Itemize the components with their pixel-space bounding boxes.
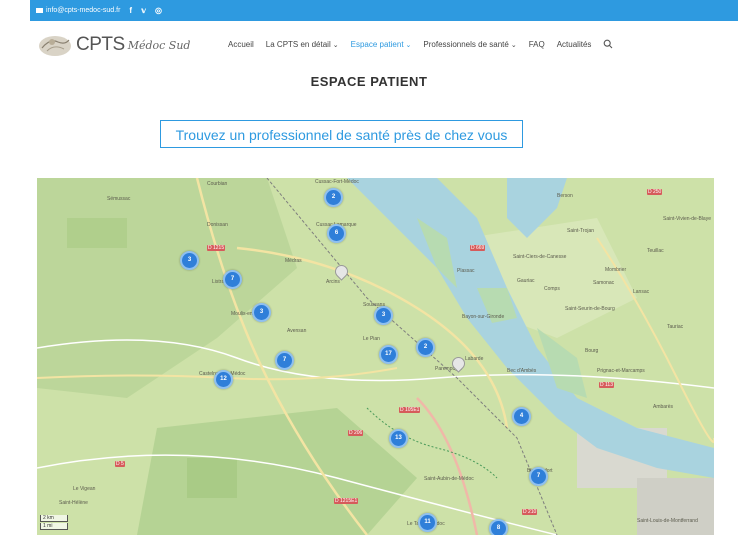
mail-icon	[36, 8, 43, 13]
nav-cpts-detail[interactable]: La CPTS en détail ⌄	[266, 40, 339, 49]
cluster-marker[interactable]: 7	[223, 270, 242, 289]
place-label: Tauriac	[667, 324, 684, 330]
cluster-marker[interactable]: 11	[418, 513, 437, 532]
cluster-marker[interactable]: 12	[214, 370, 233, 389]
road-label: D 210	[522, 509, 538, 515]
place-label: Plassac	[457, 268, 475, 274]
nav-accueil[interactable]: Accueil	[228, 40, 254, 49]
place-label: Le Pian	[363, 336, 380, 342]
road-label: D 206	[348, 430, 364, 436]
instagram-icon[interactable]: ◎	[155, 6, 162, 15]
place-label: Samonac	[593, 280, 615, 286]
place-label: Gauriac	[517, 278, 535, 284]
road-label: D 1215	[207, 245, 226, 251]
nav-professionnels[interactable]: Professionnels de santé ⌄	[423, 40, 516, 49]
place-label: Mombrier	[605, 267, 627, 273]
cluster-marker[interactable]: 7	[275, 351, 294, 370]
place-label: Lansac	[633, 289, 650, 295]
place-label: Bayon-sur-Gironde	[462, 314, 505, 320]
road-label: D 105E1	[399, 407, 421, 413]
map-panel[interactable]: Sémussac Courbian Cussac-Fort-Médoc Doni…	[37, 178, 714, 535]
cluster-marker[interactable]: 2	[324, 188, 343, 207]
cluster-marker[interactable]: 7	[529, 467, 548, 486]
road-label: D 250	[647, 189, 663, 195]
cluster-marker[interactable]: 3	[374, 306, 393, 325]
road-label: D 113	[599, 382, 614, 388]
facebook-icon[interactable]: f	[129, 6, 132, 15]
place-label: Saint-Aubin-de-Médoc	[424, 476, 474, 482]
place-label: Arcins	[326, 279, 340, 285]
place-label: Cussac-Fort-Médoc	[315, 179, 359, 185]
nav-espace-patient[interactable]: Espace patient ⌄	[351, 40, 412, 49]
road-label: D 5	[115, 461, 125, 467]
chevron-down-icon: ⌄	[510, 41, 517, 49]
nav-faq[interactable]: FAQ	[529, 40, 545, 49]
cluster-marker[interactable]: 17	[379, 345, 398, 364]
place-label: Saint-Hélène	[59, 500, 88, 506]
place-label: Saint-Seurin-de-Bourg	[565, 306, 615, 312]
logo-script: Médoc Sud	[127, 38, 191, 52]
place-label: Saint-Ciers-de-Canesse	[513, 254, 567, 260]
road-label: D 669	[470, 245, 486, 251]
top-bar: info@cpts-medoc-sud.fr f 𝕧 ◎	[30, 0, 738, 21]
map-background	[37, 178, 714, 535]
cluster-marker[interactable]: 13	[389, 429, 408, 448]
place-label: Bec d'Ambès	[507, 368, 537, 374]
place-label: Donissan	[207, 222, 228, 228]
place-label: Ambarès	[653, 404, 674, 410]
place-label: Berson	[557, 193, 573, 199]
place-label: Avensan	[287, 328, 307, 334]
nav-actualites[interactable]: Actualités	[557, 40, 592, 49]
place-label: Labarde	[465, 356, 484, 362]
cluster-marker[interactable]: 2	[416, 338, 435, 357]
site-logo[interactable]: CPTS Médoc Sud	[38, 32, 190, 58]
cluster-marker[interactable]: 3	[252, 303, 271, 322]
place-label: Saint-Louis-de-Montferrand	[637, 518, 698, 524]
page-title: ESPACE PATIENT	[310, 74, 428, 89]
scale-km: 2 km	[40, 515, 68, 522]
place-label: Le Vigean	[73, 486, 96, 492]
email-link[interactable]: info@cpts-medoc-sud.fr	[36, 7, 120, 14]
logo-emblem-icon	[39, 36, 71, 56]
place-label: Médras	[285, 258, 302, 264]
chevron-down-icon: ⌄	[332, 41, 339, 49]
site-header: CPTS Médoc Sud Accueil La CPTS en détail…	[0, 21, 738, 71]
logo-text: CPTS	[76, 34, 125, 55]
cluster-marker[interactable]: 8	[489, 519, 508, 535]
place-label: Saint-Trojan	[567, 228, 595, 234]
place-label: Prignac-et-Marcamps	[597, 368, 645, 374]
place-label: Comps	[544, 286, 560, 292]
chevron-down-icon: ⌄	[405, 41, 412, 49]
road-label: D 1215E1	[334, 498, 359, 504]
main-nav: Accueil La CPTS en détail ⌄ Espace patien…	[228, 39, 613, 49]
scale-mi: 1 mi	[40, 523, 68, 530]
cluster-marker[interactable]: 3	[180, 251, 199, 270]
place-label: Sémussac	[107, 196, 131, 202]
find-professional-button[interactable]: Trouvez un professionnel de santé près d…	[160, 120, 523, 148]
cluster-marker[interactable]: 6	[327, 224, 346, 243]
cluster-marker[interactable]: 4	[512, 407, 531, 426]
search-icon[interactable]	[603, 39, 613, 49]
place-label: Bourg	[585, 348, 599, 354]
twitter-icon[interactable]: 𝕧	[141, 6, 146, 15]
map-scale: 2 km 1 mi	[40, 515, 68, 531]
place-label: Teuillac	[647, 248, 664, 254]
place-label: Courbian	[207, 181, 228, 187]
email-text: info@cpts-medoc-sud.fr	[46, 7, 121, 14]
place-label: Saint-Vivien-de-Blaye	[663, 216, 711, 222]
